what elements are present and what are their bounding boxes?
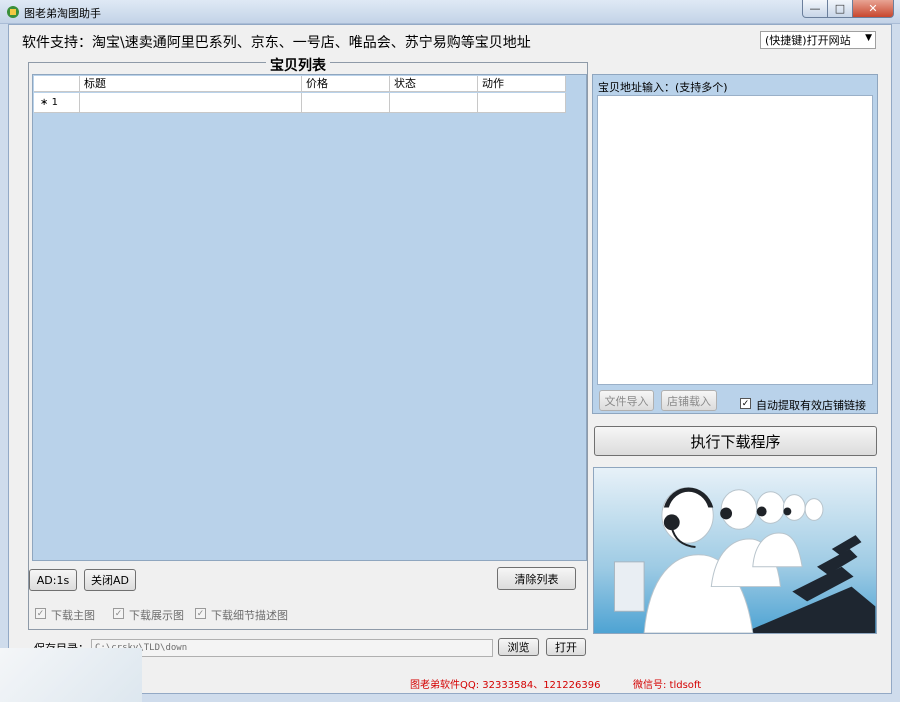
title-bar[interactable] [0,0,900,24]
download-main-label: 下载主图 [51,609,95,622]
minimize-button[interactable]: — [802,0,828,18]
row-header[interactable]: ∗ 1 [34,93,80,113]
item-grid[interactable] [32,74,587,561]
browse-button[interactable]: 浏览 [498,638,539,656]
cell-status[interactable] [390,93,478,113]
maximize-button[interactable]: □ [827,0,853,18]
download-display-label: 下载展示图 [129,609,184,622]
contact-wechat: 微信号: tldsoft [633,680,702,691]
url-textarea[interactable] [597,95,873,385]
cell-action[interactable] [478,93,566,113]
close-ad-button[interactable]: 关闭AD [84,569,136,591]
cell-price[interactable] [302,93,390,113]
open-folder-button[interactable]: 打开 [546,638,586,656]
chevron-down-icon: ▼ [865,33,872,43]
window-title: 图老弟淘图助手 [24,7,101,20]
customer-service-illustration [593,467,877,634]
column-header-action[interactable]: 动作 [478,76,566,92]
cell-title[interactable] [80,93,302,113]
url-input-label: 宝贝地址输入：(支持多个) [598,81,728,94]
load-store-button[interactable]: 店铺载入 [661,390,717,411]
execute-download-button[interactable]: 执行下载程序 [594,426,877,456]
download-detail-checkbox[interactable]: ✓ [195,608,206,619]
overlay-image-fragment [0,648,142,702]
column-header-title[interactable]: 标题 [80,76,302,92]
column-header-status[interactable]: 状态 [390,76,478,92]
support-info: 软件支持：淘宝\速卖通阿里巴系列、京东、一号店、唯品会、苏宁易购等宝贝地址 [22,35,531,51]
save-dir-field[interactable]: C:\crsky\TLD\down [91,639,493,657]
clear-list-button[interactable]: 清除列表 [497,567,576,590]
import-file-button[interactable]: 文件导入 [599,390,654,411]
ad-timer-button[interactable]: AD:1s [29,569,77,591]
open-site-selected: (快捷键)打开网站 [765,34,851,47]
app-icon [7,6,19,18]
auto-extract-checkbox[interactable]: ✓ [740,398,751,409]
item-list-title: 宝贝列表 [266,55,330,75]
auto-extract-label: 自动提取有效店铺链接 [756,399,866,412]
download-main-checkbox[interactable]: ✓ [35,608,46,619]
open-site-dropdown[interactable]: (快捷键)打开网站 ▼ [760,31,876,49]
download-display-checkbox[interactable]: ✓ [113,608,124,619]
contact-qq: 图老弟软件QQ: 32333584、121226396 [410,680,601,691]
row-number: 1 [51,97,58,108]
grid-corner-header [34,76,80,92]
download-detail-label: 下载细节描述图 [211,609,288,622]
new-row-marker: ∗ [40,97,49,108]
close-button[interactable]: ✕ [852,0,894,18]
column-header-price[interactable]: 价格 [302,76,390,92]
